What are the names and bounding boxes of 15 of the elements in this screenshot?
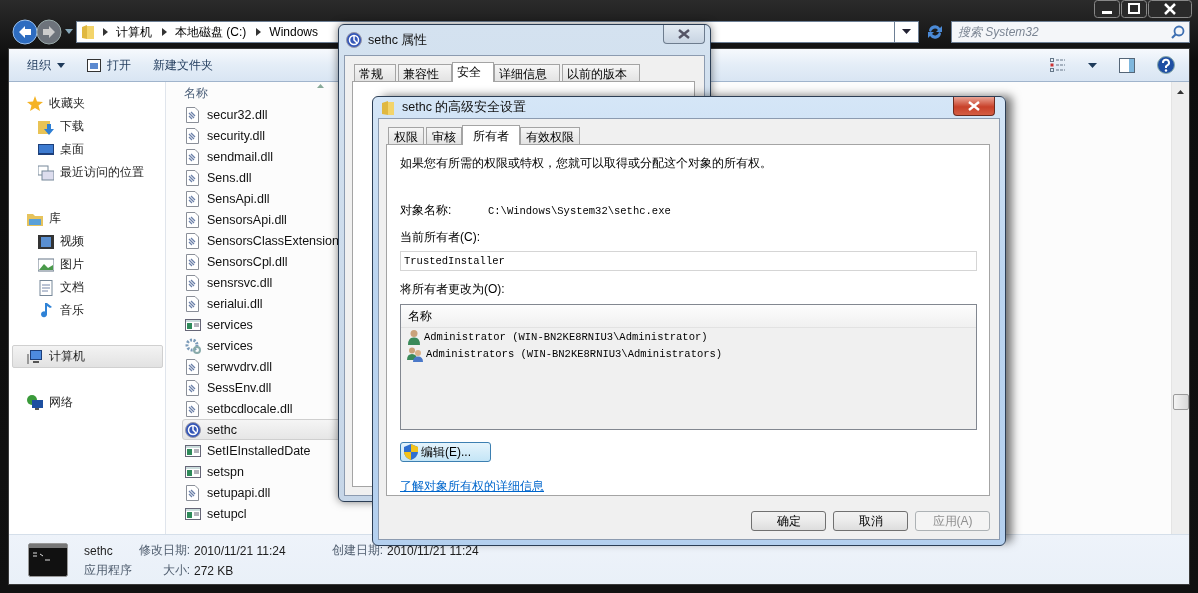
field-label: 当前所有者(C): [400,229,481,246]
field-label: 对象名称: [400,202,453,219]
file-name: sethc [84,543,114,558]
field-label: 将所有者更改为(O): [400,281,506,298]
detail-value: 272 KB [194,563,235,578]
detail-value: 2010/11/21 11:24 [194,543,287,558]
window-title: sethc 属性 [368,31,428,49]
detail-label: 大小: [161,562,191,579]
object-path: C:\Windows\System32\sethc.exe [488,204,671,217]
file-type: 应用程序 [84,562,133,579]
description-text: 如果您有所需的权限或特权，您就可以取得或分配这个对象的所有权。 [400,155,773,172]
window-title: sethc 的高级安全设置 [402,99,527,116]
detail-label: 创建日期: [331,542,384,559]
detail-value: 2010/11/21 11:24 [387,543,480,558]
detail-label: 修改日期: [138,542,191,559]
